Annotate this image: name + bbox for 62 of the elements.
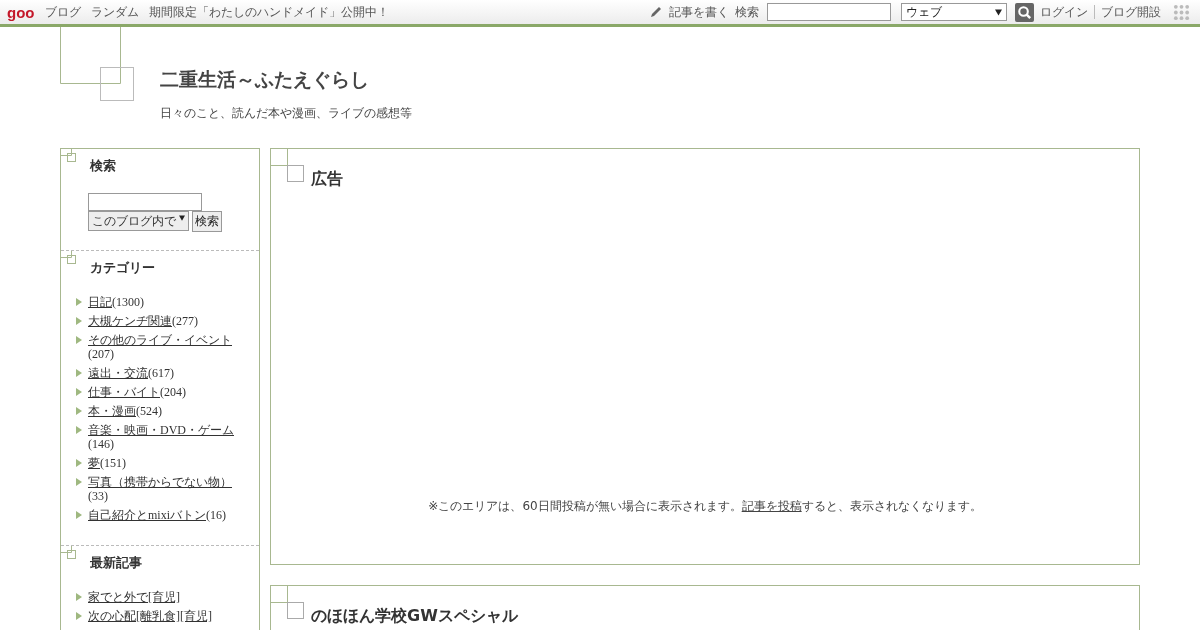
scope-dropdown[interactable]: ウェブ bbox=[901, 3, 1007, 21]
bullet-triangle-icon bbox=[76, 369, 82, 377]
category-link[interactable]: 日記 bbox=[88, 295, 112, 309]
category-count: (617) bbox=[148, 366, 174, 380]
category-count: (1300) bbox=[112, 295, 144, 309]
recent-post-link[interactable]: 次の心配[離乳食][育児] bbox=[88, 609, 212, 623]
bullet-triangle-icon bbox=[76, 478, 82, 486]
top-link[interactable]: ランダム bbox=[90, 3, 139, 21]
blog-search-field[interactable] bbox=[88, 193, 202, 211]
top-link[interactable]: ブログ bbox=[44, 3, 81, 21]
search-button[interactable]: 検索 bbox=[192, 211, 222, 232]
bullet-triangle-icon bbox=[76, 336, 82, 344]
category-count: (277) bbox=[172, 314, 198, 328]
bullet-triangle-icon bbox=[76, 459, 82, 467]
post-article-link[interactable]: 記事を投稿 bbox=[741, 499, 802, 513]
bullet-triangle-icon bbox=[76, 612, 82, 620]
category-count: (146) bbox=[88, 437, 114, 451]
category-count: (204) bbox=[160, 385, 186, 399]
caret-icon bbox=[179, 215, 185, 221]
pencil-icon bbox=[649, 5, 663, 19]
top-link[interactable]: 期間限定「わたしのハンドメイド」公開中！ bbox=[148, 3, 389, 21]
scope-dropdown[interactable]: このブログ内で bbox=[88, 211, 189, 231]
category-link[interactable]: 自己紹介とmixiバトン bbox=[88, 508, 206, 522]
search-field[interactable] bbox=[767, 3, 891, 21]
bullet-triangle-icon bbox=[76, 407, 82, 415]
category-count: (524) bbox=[136, 404, 162, 418]
section-heading: 最新記事 bbox=[90, 554, 142, 572]
blog-title[interactable]: 二重生活～ふたえぐらし bbox=[160, 67, 412, 93]
recent-post-link[interactable]: 家でと外で[育児] bbox=[88, 590, 180, 604]
scope-value: ウェブ bbox=[906, 3, 942, 21]
search-icon[interactable] bbox=[1015, 2, 1034, 22]
category-link[interactable]: その他のライブ・イベント bbox=[88, 333, 232, 347]
category-link[interactable]: 夢 bbox=[88, 456, 100, 470]
category-count: (151) bbox=[100, 456, 126, 470]
bullet-triangle-icon bbox=[76, 388, 82, 396]
category-link[interactable]: 本・漫画 bbox=[88, 404, 136, 418]
caret-icon bbox=[995, 8, 1002, 16]
write-link[interactable]: 記事を書く bbox=[669, 3, 729, 21]
bullet-triangle-icon bbox=[76, 593, 82, 601]
bullet-triangle-icon bbox=[76, 426, 82, 434]
search-label: 検索 bbox=[735, 3, 759, 21]
bullet-triangle-icon bbox=[76, 298, 82, 306]
open-blog-link[interactable]: ブログ開設 bbox=[1101, 3, 1161, 21]
post-title[interactable]: のほほん学校GWスペシャル bbox=[311, 606, 518, 627]
category-link[interactable]: 大槻ケンヂ関連 bbox=[88, 314, 172, 328]
notice-text: ※このエリアは、60日間投稿が無い場合に表示されます。記事を投稿すると、表示されなくなります。 bbox=[427, 498, 983, 515]
login-link[interactable]: ログイン bbox=[1040, 3, 1088, 21]
category-count: (16) bbox=[206, 508, 226, 522]
category-link[interactable]: 写真（携帯からでない物） bbox=[88, 475, 232, 489]
category-link[interactable]: 音楽・映画・DVD・ゲーム bbox=[88, 423, 234, 437]
section-heading: カテゴリー bbox=[90, 259, 155, 277]
section-heading: 検索 bbox=[90, 157, 116, 175]
goo-logo[interactable]: goo bbox=[7, 3, 35, 21]
category-count: (33) bbox=[88, 489, 108, 503]
bullet-triangle-icon bbox=[76, 511, 82, 519]
category-link[interactable]: 遠出・交流 bbox=[88, 366, 148, 380]
category-link[interactable]: 仕事・バイト bbox=[88, 385, 160, 399]
blog-subtitle: 日々のこと、読んだ本や漫画、ライブの感想等 bbox=[160, 105, 412, 122]
apps-grid-icon[interactable] bbox=[1173, 3, 1190, 21]
category-count: (207) bbox=[88, 347, 114, 361]
bullet-triangle-icon bbox=[76, 317, 82, 325]
section-heading: 広告 bbox=[311, 169, 343, 190]
